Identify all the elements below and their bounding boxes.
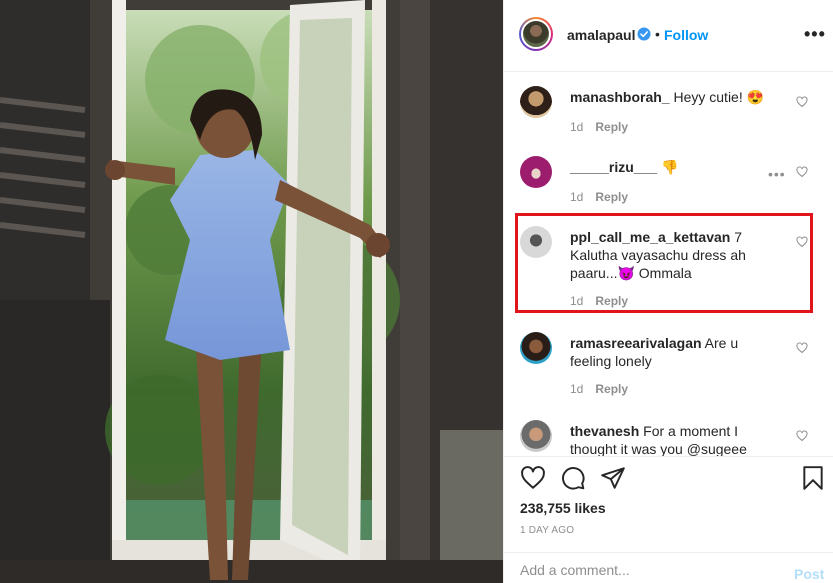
comment-time: 1d	[570, 120, 584, 134]
commenter-avatar[interactable]	[520, 332, 552, 364]
add-comment-bar: Post	[504, 552, 833, 583]
comment-icon[interactable]	[560, 465, 586, 491]
comment-meta: 1d Reply	[570, 382, 640, 396]
post-photo[interactable]	[0, 0, 503, 583]
comments-list[interactable]: manashborah_ Heyy cutie! 😍 1d Reply _____…	[504, 72, 833, 456]
likes-count[interactable]: 238,755 likes	[520, 500, 606, 516]
reply-button[interactable]: Reply	[595, 382, 628, 396]
commenter-username[interactable]: ramasreearivalagan	[570, 335, 702, 351]
post-options-icon[interactable]: •••	[804, 24, 826, 45]
comment-text: manashborah_ Heyy cutie! 😍	[570, 88, 780, 106]
follow-button[interactable]: Follow	[664, 27, 708, 43]
comment-time: 1d	[570, 382, 584, 396]
comment-text: ramasreearivalagan Are u feeling lonely	[570, 334, 780, 370]
author-username[interactable]: amalapaul	[567, 27, 635, 43]
comment-options-icon[interactable]: •••	[768, 166, 786, 182]
comment-time: 1d	[570, 190, 584, 204]
like-comment-heart-icon[interactable]	[796, 342, 808, 354]
commenter-avatar[interactable]	[520, 156, 552, 188]
post-actions: 238,755 likes 1 DAY AGO	[504, 456, 833, 546]
heart-icon[interactable]	[520, 465, 546, 491]
comment-body: Heyy cutie! 😍	[669, 89, 765, 105]
commenter-username[interactable]: thevanesh	[570, 423, 639, 439]
comment-text: thevanesh For a moment I thought it was …	[570, 422, 780, 456]
comment-meta: 1d Reply	[570, 190, 640, 204]
post-comment-button[interactable]: Post	[794, 566, 824, 582]
author-avatar[interactable]	[519, 17, 553, 51]
highlight-box	[515, 213, 813, 313]
comment-body: 👎	[657, 159, 679, 175]
comment-meta: 1d Reply	[570, 120, 640, 134]
photo-image	[0, 0, 503, 583]
header-separator: •	[655, 26, 660, 42]
reply-button[interactable]: Reply	[595, 120, 628, 134]
share-icon[interactable]	[600, 465, 626, 491]
bookmark-icon[interactable]	[800, 465, 826, 491]
post-timestamp: 1 DAY AGO	[520, 525, 575, 536]
like-comment-heart-icon[interactable]	[796, 96, 808, 108]
comment-text: _____rizu___ 👎	[570, 158, 780, 176]
commenter-username[interactable]: manashborah_	[570, 89, 670, 105]
commenter-avatar[interactable]	[520, 420, 552, 452]
like-comment-heart-icon[interactable]	[796, 166, 808, 178]
commenter-username[interactable]: _____rizu___	[570, 159, 657, 175]
post-side-panel: amalapaul • Follow ••• manashborah_ Heyy…	[503, 0, 833, 583]
reply-button[interactable]: Reply	[595, 190, 628, 204]
add-comment-input[interactable]	[520, 562, 770, 578]
commenter-avatar[interactable]	[520, 86, 552, 118]
post-header: amalapaul • Follow •••	[504, 0, 833, 72]
like-comment-heart-icon[interactable]	[796, 430, 808, 442]
verified-badge-icon	[637, 27, 651, 41]
